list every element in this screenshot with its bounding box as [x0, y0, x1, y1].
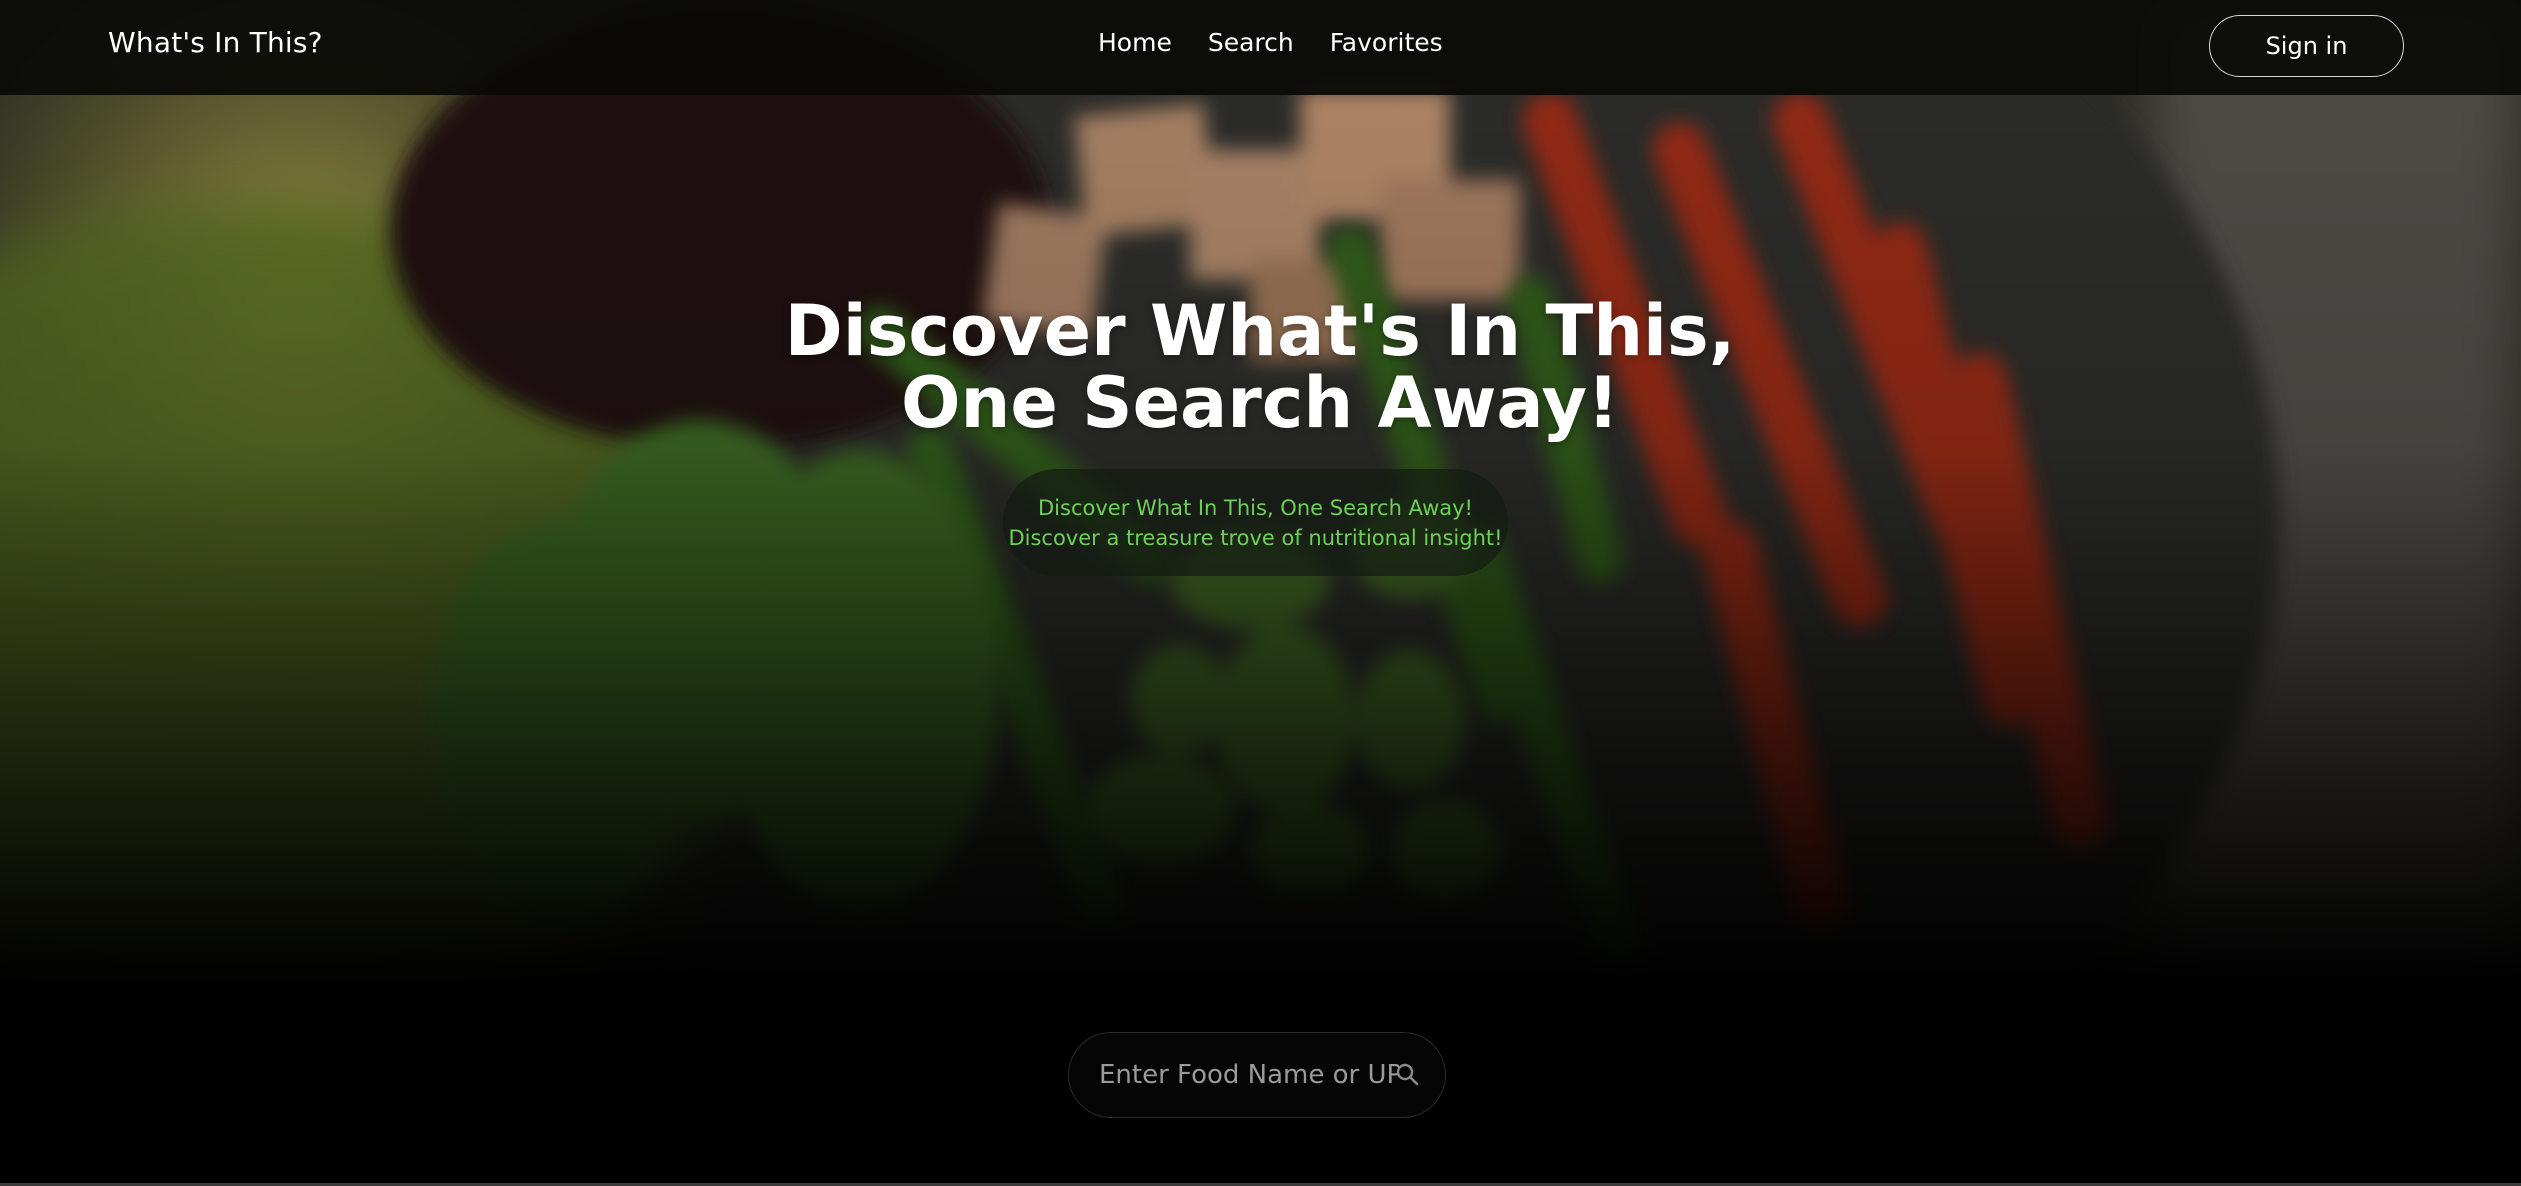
- search-input[interactable]: [1099, 1055, 1399, 1095]
- nav-links: Home Search Favorites: [1098, 28, 1443, 57]
- page: What's In This? Home Search Favorites Si…: [0, 0, 2521, 1186]
- search-icon[interactable]: [1395, 1062, 1421, 1088]
- hero-headline-line-1: Discover What's In This,: [784, 290, 1736, 372]
- sign-in-button[interactable]: Sign in: [2209, 15, 2404, 77]
- hero-tagline-line-1: Discover What In This, One Search Away!: [1038, 495, 1473, 520]
- hero-headline-line-2: One Search Away!: [900, 362, 1619, 444]
- top-navbar: What's In This? Home Search Favorites Si…: [0, 0, 2521, 95]
- nav-link-favorites[interactable]: Favorites: [1330, 28, 1443, 57]
- hero-tagline-line-2: Discover a treasure trove of nutritional…: [1008, 525, 1503, 550]
- search-bar: [1068, 1032, 1446, 1118]
- hero-headline: Discover What's In This, One Search Away…: [760, 295, 1760, 439]
- hero-tagline-badge: Discover What In This, One Search Away! …: [1003, 469, 1508, 576]
- brand-logo-text[interactable]: What's In This?: [108, 26, 323, 59]
- nav-link-home[interactable]: Home: [1098, 28, 1172, 57]
- nav-link-search[interactable]: Search: [1208, 28, 1294, 57]
